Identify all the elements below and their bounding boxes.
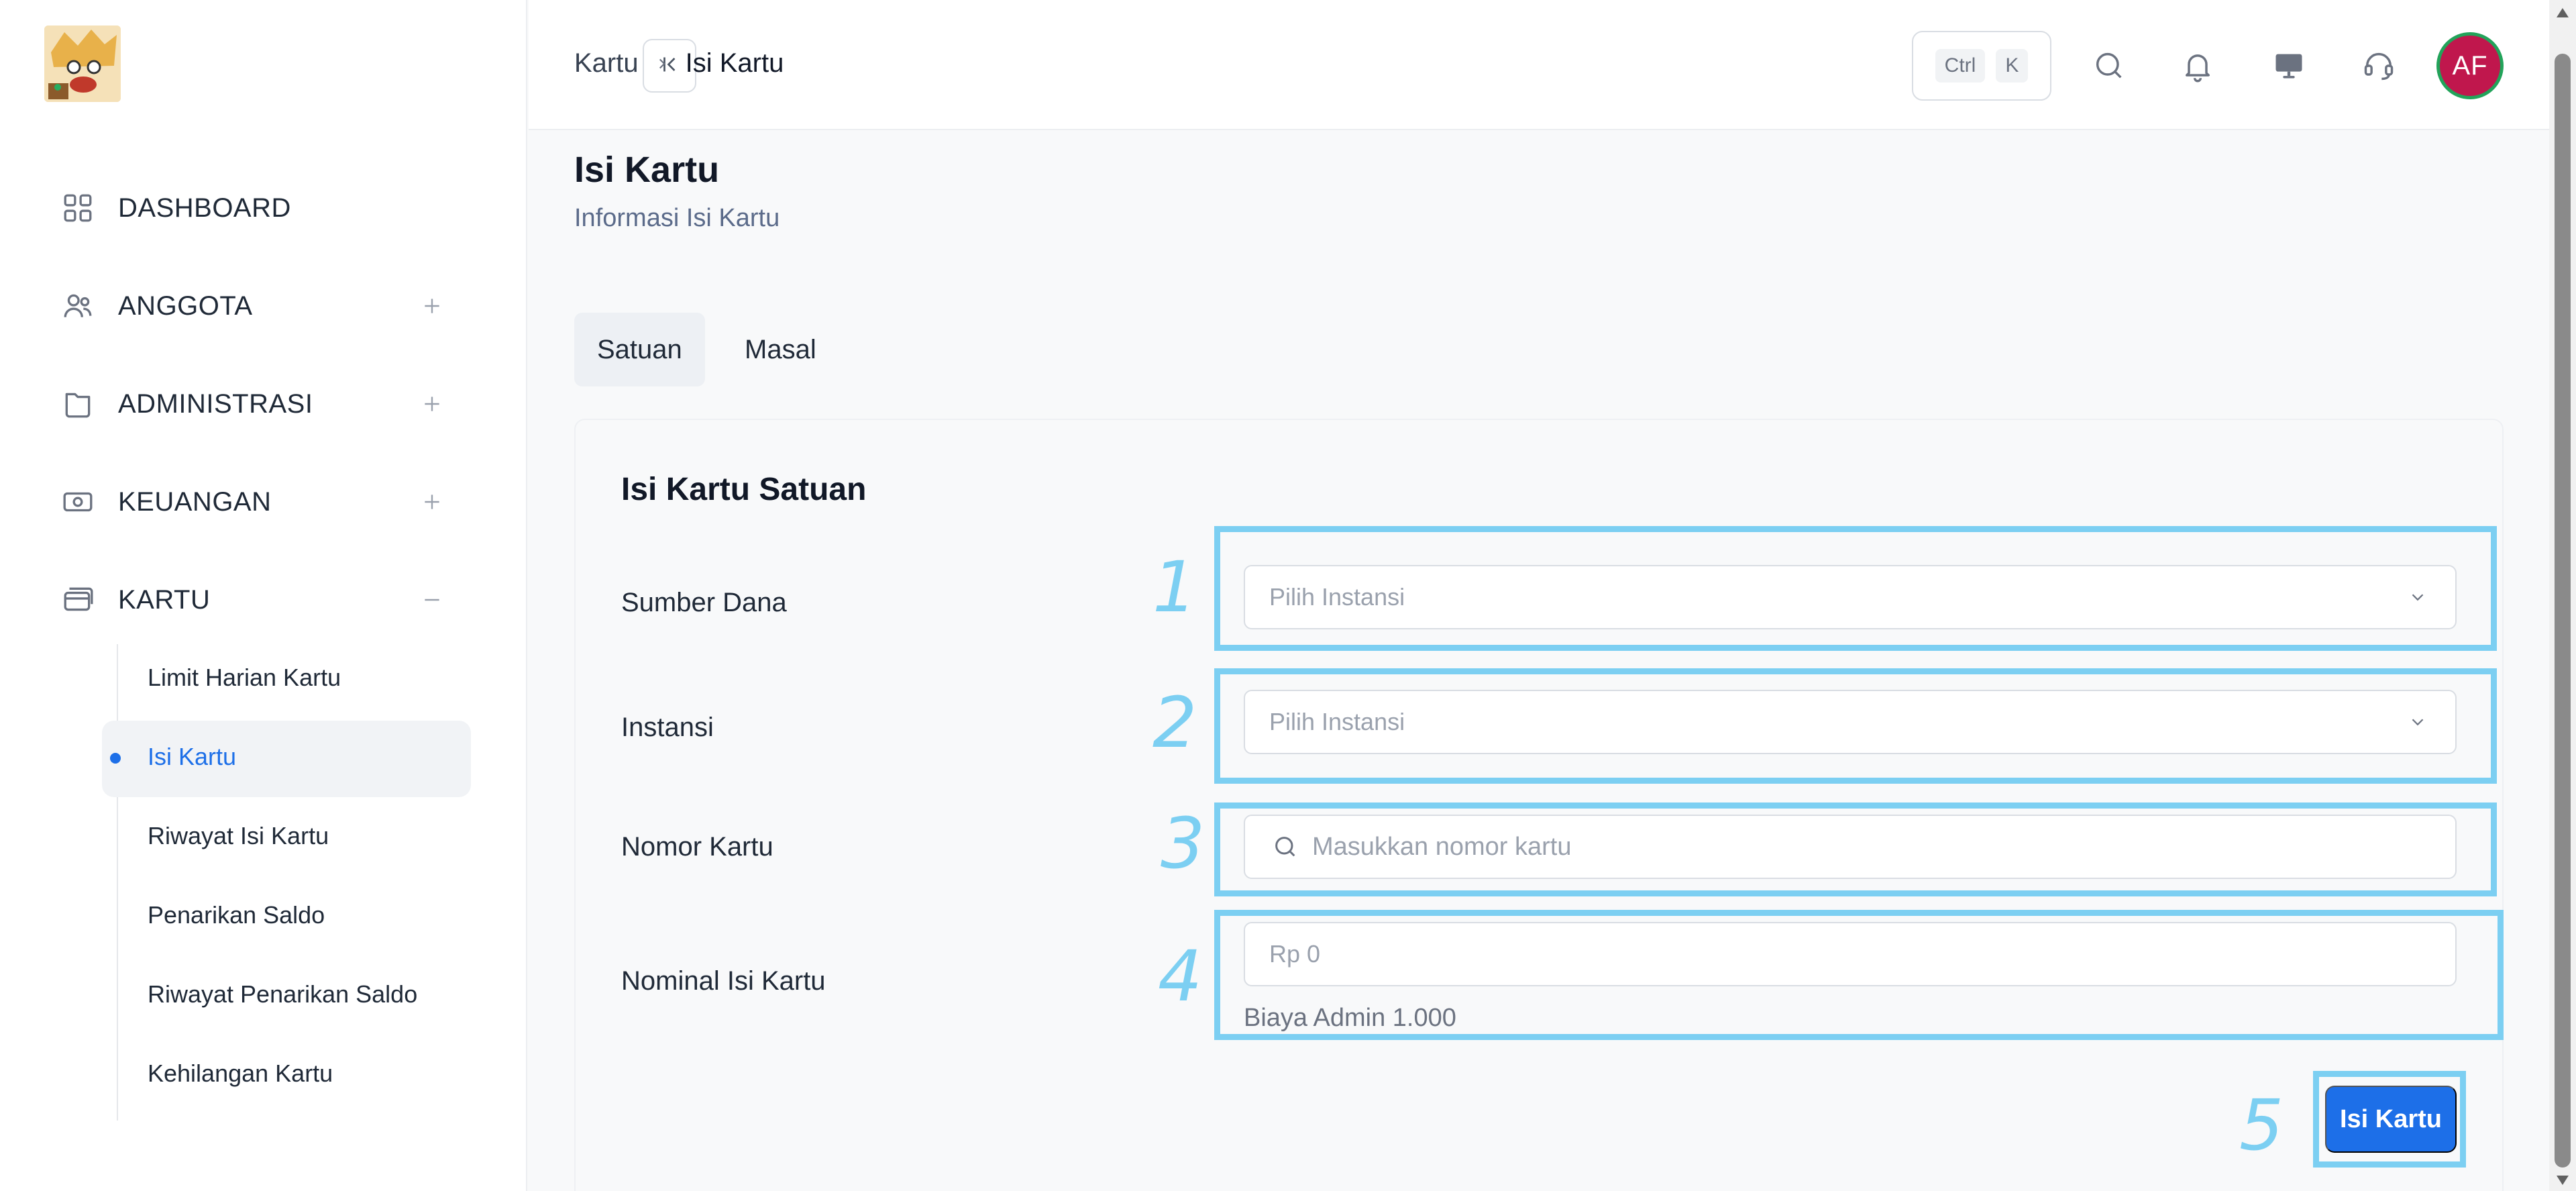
annotation-box-4 bbox=[1214, 910, 2504, 1040]
nomor-kartu-label: Nomor Kartu bbox=[621, 832, 773, 862]
folder-icon bbox=[59, 385, 97, 423]
sidebar-item-label: DASHBOARD bbox=[118, 193, 291, 223]
scroll-down-arrow-icon[interactable] bbox=[2557, 1176, 2569, 1185]
form-title: Isi Kartu Satuan bbox=[621, 472, 867, 507]
annotation-number-3: 3 bbox=[1161, 802, 1205, 884]
user-avatar[interactable]: AF bbox=[2436, 32, 2504, 99]
breadcrumb-current: Isi Kartu bbox=[685, 48, 784, 78]
money-icon bbox=[59, 483, 97, 521]
page-title: Isi Kartu bbox=[574, 150, 720, 190]
sidebar-item-keuangan[interactable]: KEUANGAN bbox=[59, 475, 462, 529]
page-scrollbar[interactable] bbox=[2549, 0, 2576, 1191]
users-icon bbox=[59, 287, 97, 325]
page-subtitle: Informasi Isi Kartu bbox=[574, 204, 780, 232]
submenu-guide-line bbox=[117, 644, 118, 1121]
annotation-box-2 bbox=[1214, 668, 2497, 784]
plus-icon[interactable] bbox=[416, 486, 448, 518]
monitor-icon[interactable] bbox=[2267, 44, 2310, 87]
sidebar-subitem-riwayat-isi-kartu[interactable]: Riwayat Isi Kartu bbox=[148, 816, 329, 856]
app-logo[interactable] bbox=[44, 25, 121, 102]
chevron-right-icon bbox=[653, 55, 671, 72]
annotation-box-5 bbox=[2313, 1071, 2466, 1168]
scroll-thumb[interactable] bbox=[2555, 54, 2571, 1168]
minus-icon[interactable] bbox=[416, 584, 448, 616]
plus-icon[interactable] bbox=[416, 388, 448, 420]
sidebar-item-label: ADMINISTRASI bbox=[118, 389, 313, 419]
annotation-number-4: 4 bbox=[1158, 935, 1203, 1017]
annotation-box-1 bbox=[1214, 526, 2497, 651]
breadcrumb: Kartu Isi Kartu bbox=[574, 48, 784, 79]
sidebar: DASHBOARD ANGGOTA ADMINISTRASI KEUANGAN bbox=[0, 0, 527, 1191]
sidebar-subitem-isi-kartu[interactable]: Isi Kartu bbox=[148, 737, 236, 777]
sidebar-item-anggota[interactable]: ANGGOTA bbox=[59, 279, 462, 333]
plus-icon[interactable] bbox=[416, 290, 448, 322]
sidebar-subitem-penarikan-saldo[interactable]: Penarikan Saldo bbox=[148, 895, 325, 935]
scroll-up-arrow-icon[interactable] bbox=[2557, 8, 2569, 17]
tab-masal[interactable]: Masal bbox=[722, 313, 839, 386]
breadcrumb-parent-link[interactable]: Kartu bbox=[574, 48, 639, 79]
tab-satuan[interactable]: Satuan bbox=[574, 313, 705, 386]
sidebar-item-administrasi[interactable]: ADMINISTRASI bbox=[59, 377, 462, 431]
annotation-number-5: 5 bbox=[2239, 1084, 2284, 1166]
top-header bbox=[529, 0, 2549, 130]
headset-support-icon[interactable] bbox=[2357, 44, 2400, 87]
active-dot-icon bbox=[110, 753, 121, 764]
card-icon bbox=[59, 581, 97, 619]
sidebar-item-kartu[interactable]: KARTU bbox=[59, 573, 462, 627]
search-icon[interactable] bbox=[2088, 44, 2131, 87]
kbd-ctrl: Ctrl bbox=[1935, 49, 1986, 83]
grid-icon bbox=[59, 189, 97, 227]
nominal-isi-kartu-label: Nominal Isi Kartu bbox=[621, 966, 826, 996]
bell-icon[interactable] bbox=[2176, 44, 2219, 87]
sidebar-item-label: ANGGOTA bbox=[118, 291, 253, 321]
annotation-box-3 bbox=[1214, 802, 2497, 896]
annotation-number-1: 1 bbox=[1152, 546, 1197, 628]
sidebar-item-label: KARTU bbox=[118, 584, 211, 615]
sidebar-subitem-kehilangan-kartu[interactable]: Kehilangan Kartu bbox=[148, 1053, 333, 1094]
annotation-number-2: 2 bbox=[1152, 682, 1197, 764]
sidebar-item-dashboard[interactable]: DASHBOARD bbox=[59, 181, 462, 235]
kbd-k: K bbox=[1996, 49, 2029, 83]
command-palette-shortcut[interactable]: Ctrl K bbox=[1912, 31, 2051, 101]
instansi-label: Instansi bbox=[621, 713, 714, 742]
sidebar-subitem-riwayat-penarikan-saldo[interactable]: Riwayat Penarikan Saldo bbox=[148, 974, 417, 1015]
sidebar-item-label: KEUANGAN bbox=[118, 486, 272, 517]
sumber-dana-label: Sumber Dana bbox=[621, 588, 787, 617]
sidebar-subitem-limit-harian-kartu[interactable]: Limit Harian Kartu bbox=[148, 658, 341, 698]
